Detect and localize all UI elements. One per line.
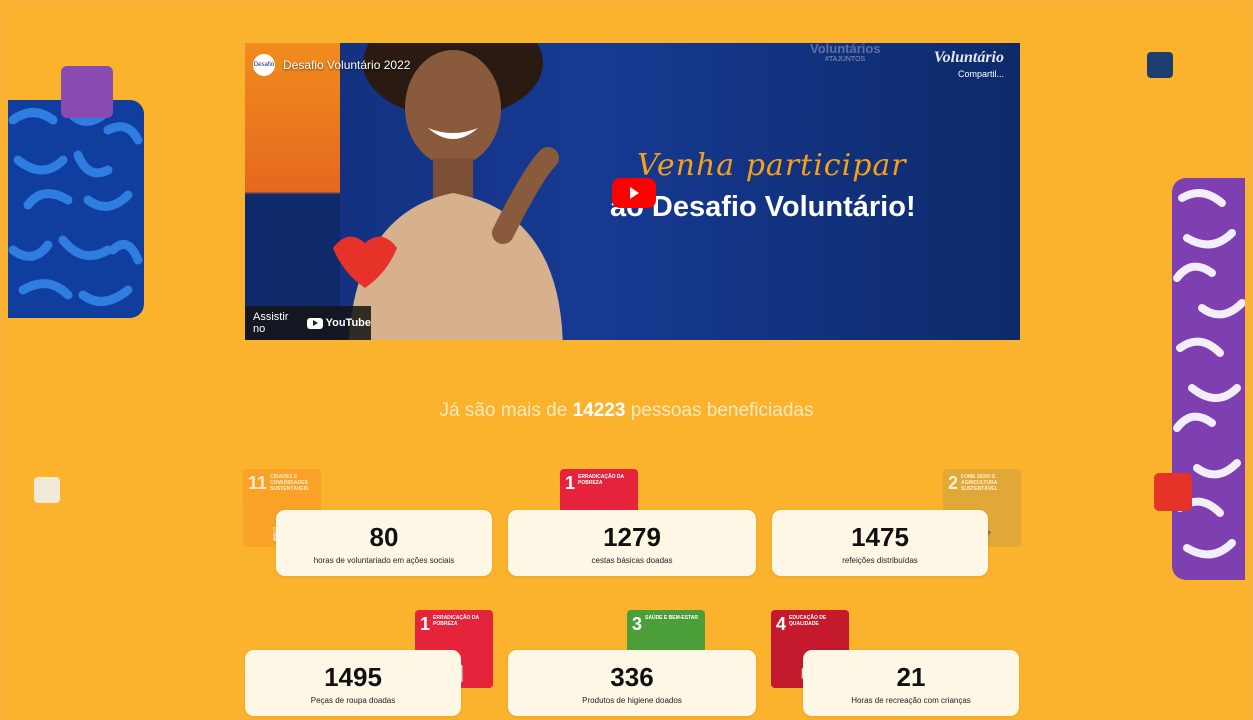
youtube-video-embed[interactable]: Voluntários #TAJUNTOS Desafio Desafio Vo… [245, 43, 1020, 340]
video-thumbnail-person [333, 43, 563, 340]
beneficiaries-summary: Já são mais de 14223 pessoas beneficiada… [8, 400, 1245, 422]
sdg-text: Saúde e bem-estar [645, 615, 698, 621]
sdg-number: 1 [565, 473, 576, 493]
sdg-text: Erradicação da pobreza [578, 474, 624, 486]
stat-value: 21 [896, 661, 926, 692]
stat-value: 1475 [851, 521, 909, 552]
decorative-pattern-right [1172, 178, 1245, 580]
stat-label: refeições distribuídas [842, 555, 918, 565]
stat-card-recreation-hours: 21 Horas de recreação com crianças [803, 650, 1019, 716]
stat-label: horas de voluntariado em ações sociais [313, 555, 455, 565]
sdg-text: Educação de qualidade [789, 615, 827, 627]
sdg-text: Cidades e comunidades sustentáveis [270, 474, 309, 492]
video-hashtag: #TAJUNTOS [825, 56, 866, 63]
stat-value: 80 [369, 521, 399, 552]
watch-on-youtube-button[interactable]: Assistir no YouTube [245, 306, 371, 340]
beneficiaries-count: 14223 [572, 400, 626, 421]
brand-logo: Voluntário [933, 49, 1004, 66]
wave-pattern-icon [8, 105, 143, 306]
watch-on-label: Assistir no [253, 311, 289, 335]
wave-pattern-icon [1173, 189, 1245, 559]
stat-value: 1495 [324, 661, 382, 692]
play-button[interactable] [612, 178, 656, 208]
sdg-text: Fome zero e agricultura sustentável [961, 474, 998, 492]
stat-card-food-baskets: 1279 cestas básicas doadas [508, 510, 756, 576]
decorative-square-purple [61, 66, 113, 118]
video-title[interactable]: Desafio Voluntário 2022 [283, 58, 410, 72]
video-header: Desafio Desafio Voluntário 2022 [253, 52, 410, 78]
stat-label: Peças de roupa doadas [310, 695, 396, 705]
beneficiaries-suffix: pessoas beneficiadas [630, 400, 814, 421]
decorative-square-white [34, 477, 60, 503]
sdg-number: 3 [632, 614, 643, 634]
youtube-logo: YouTube [306, 317, 371, 329]
page-frame: Voluntários #TAJUNTOS Desafio Desafio Vo… [8, 12, 1245, 720]
stat-label: Produtos de higiene doados [582, 695, 682, 705]
stat-label: Horas de recreação com crianças [851, 695, 971, 705]
stat-card-meals: 1475 refeições distribuídas [772, 510, 988, 576]
stat-value: 336 [610, 661, 654, 692]
stat-card-volunteer-hours: 80 horas de voluntariado em ações sociai… [276, 510, 492, 576]
youtube-label: YouTube [325, 317, 371, 329]
youtube-icon [306, 317, 323, 329]
stat-card-clothes: 1495 Peças de roupa doadas [245, 650, 461, 716]
video-top-tag: Voluntários [810, 43, 881, 56]
beneficiaries-prefix: Já são mais de [439, 400, 568, 421]
decorative-square-red [1154, 473, 1192, 511]
channel-avatar[interactable]: Desafio [253, 54, 275, 76]
stat-value: 1279 [603, 521, 661, 552]
sdg-number: 1 [420, 614, 431, 634]
play-icon [630, 187, 639, 199]
sdg-number: 11 [248, 473, 268, 493]
decorative-pattern-left [8, 100, 144, 318]
share-area[interactable]: Voluntário Compartil... [934, 49, 1004, 79]
decorative-square-navy [1147, 52, 1173, 78]
share-button[interactable]: Compartil... [934, 69, 1004, 79]
stat-label: cestas básicas doadas [591, 555, 673, 565]
sdg-number: 2 [948, 473, 959, 493]
stat-card-hygiene-products: 336 Produtos de higiene doados [508, 650, 756, 716]
video-headline-script: Venha participar [637, 148, 907, 183]
sdg-text: Erradicação da pobreza [433, 615, 479, 627]
sdg-number: 4 [776, 614, 787, 634]
